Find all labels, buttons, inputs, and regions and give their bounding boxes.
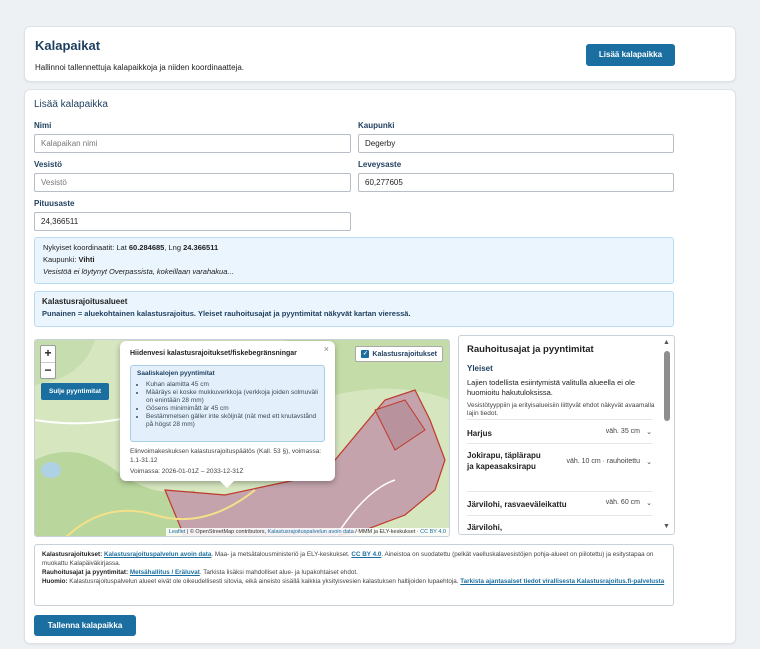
popup-validity: Voimassa: 2026-01-01Z – 2033-12-31Z bbox=[130, 468, 244, 475]
lat-input[interactable]: 60,277605 bbox=[358, 173, 674, 192]
species-name: Jokirapu, täplärapu ja kapeasaksirapu bbox=[467, 451, 541, 471]
restrictions-map[interactable]: + − Sulje pyyntimitat ✓ Kalastusrajoituk… bbox=[34, 339, 450, 537]
list-item: Gösens minimimått är 45 cm bbox=[146, 405, 318, 413]
license-link[interactable]: CC BY 4.0 bbox=[420, 529, 446, 535]
closed-seasons-panel: Rauhoitusajat ja pyyntimitat Yleiset Laj… bbox=[458, 335, 675, 535]
water-label: Vesistö bbox=[34, 160, 63, 169]
current-coords: Nykyiset koordinaatit: Lat 60.284685, Ln… bbox=[43, 242, 665, 254]
chevron-down-icon[interactable]: ⌄ bbox=[646, 428, 652, 436]
city-value: Vihti bbox=[78, 255, 95, 264]
name-label: Nimi bbox=[34, 121, 52, 130]
species-row[interactable]: Harjus väh. 35 cm ⌄ bbox=[467, 419, 652, 443]
panel-scrollbar[interactable]: ▲ ▼ bbox=[662, 336, 672, 534]
sources-label: Kalastusrajoitukset: bbox=[42, 551, 103, 558]
attribution-tail: / MMM ja ELY-keskukset · bbox=[353, 529, 421, 535]
leaflet-link[interactable]: Leaflet bbox=[169, 529, 186, 535]
species-name: Harjus bbox=[467, 429, 492, 438]
lng-input[interactable]: 24,366511 bbox=[34, 212, 351, 231]
sources-label: Huomio: bbox=[42, 578, 68, 585]
species-limit: väh. 60 cm bbox=[605, 499, 640, 506]
panel-note: Vesistötyyppiin ja erityisalueisiin liit… bbox=[467, 402, 655, 417]
data-source-link[interactable]: Kalastusrajoituspalvelun avoin data bbox=[268, 529, 354, 535]
sources-line-restrictions: Kalastusrajoitukset: Kalastusrajoituspal… bbox=[42, 550, 666, 568]
attribution-osm: | © OpenStreetMap contributors, bbox=[185, 529, 268, 535]
sources-text: . Tarkista lisäksi mahdolliset alue- ja … bbox=[199, 569, 358, 576]
save-spot-button[interactable]: Tallenna kalapaikka bbox=[34, 615, 136, 636]
list-item: Kuhan alamitta 45 cm bbox=[146, 381, 318, 389]
coords-sep: , Lng bbox=[164, 243, 184, 252]
header-card: Kalapaikat Hallinnoi tallennettuja kalap… bbox=[24, 26, 736, 82]
close-icon[interactable]: × bbox=[324, 344, 329, 354]
metsahallitus-link[interactable]: Metsähallitus / Eräluvat bbox=[130, 569, 200, 576]
restrictions-box: Kalastusrajoitusalueet Punainen = alueko… bbox=[34, 291, 674, 327]
popup-limits-list: Kuhan alamitta 45 cm Määräys ei koske mu… bbox=[137, 381, 318, 429]
city-label: Kaupunki bbox=[358, 121, 395, 130]
popup-limits-title: Saaliskalojen pyyntimitat bbox=[137, 370, 215, 377]
name-input[interactable]: Kalapaikan nimi bbox=[34, 134, 351, 153]
panel-title: Rauhoitusajat ja pyyntimitat bbox=[467, 344, 594, 355]
chevron-down-icon[interactable]: ⌄ bbox=[646, 499, 652, 507]
list-item: Määräys ei koske mukkuverkkoja (verkkoja… bbox=[146, 389, 318, 405]
coords-lng: 24.366511 bbox=[183, 243, 219, 252]
sources-label: Rauhoitusajat ja pyyntimitat: bbox=[42, 569, 129, 576]
sources-box: Kalastusrajoitukset: Kalastusrajoituspal… bbox=[34, 544, 674, 606]
species-row[interactable]: Jokirapu, täplärapu ja kapeasaksirapu vä… bbox=[467, 443, 652, 491]
zoom-in-button[interactable]: + bbox=[41, 346, 55, 362]
popup-title: Hiidenvesi kalastusrajoitukset/fiskebegr… bbox=[130, 350, 297, 357]
coords-info-box: Nykyiset koordinaatit: Lat 60.284685, Ln… bbox=[34, 237, 674, 284]
city-input[interactable]: Degerby bbox=[358, 134, 674, 153]
city-line: Kaupunki: Vihti bbox=[43, 254, 665, 266]
scrollbar-thumb[interactable] bbox=[664, 351, 670, 421]
water-input[interactable]: Vesistö bbox=[34, 173, 351, 192]
species-row[interactable]: Järvilohi, bbox=[467, 515, 652, 534]
restrictions-text: Punainen = aluekohtainen kalastusrajoitu… bbox=[42, 309, 411, 318]
license-link[interactable]: CC BY 4.0 bbox=[351, 551, 381, 558]
close-limits-button[interactable]: Sulje pyyntimitat bbox=[41, 383, 109, 400]
map-attribution: Leaflet | © OpenStreetMap contributors, … bbox=[165, 528, 449, 536]
lng-label: Pituusaste bbox=[34, 199, 75, 208]
list-item: Bestämmelsen gäller inte sköljnät (nät m… bbox=[146, 413, 318, 429]
scroll-down-icon[interactable]: ▼ bbox=[663, 523, 670, 530]
panel-subtitle: Yleiset bbox=[467, 364, 493, 373]
panel-text: Lajien todellista esiintymistä valitulla… bbox=[467, 378, 636, 397]
sources-line-note: Huomio: Kalastusrajoituspalvelun alueet … bbox=[42, 577, 666, 586]
coords-lat: 60.284685 bbox=[128, 243, 165, 252]
open-data-link[interactable]: Kalastusrajoituspalvelun avoin data bbox=[104, 551, 211, 558]
layer-toggle-label: Kalastusrajoitukset bbox=[372, 350, 437, 358]
water-note: Vesistöä ei löytynyt Overpassista, kokei… bbox=[43, 267, 234, 276]
page-subtitle: Hallinnoi tallennettuja kalapaikkoja ja … bbox=[35, 63, 245, 72]
species-limit: väh. 35 cm bbox=[605, 428, 640, 435]
species-name: Järvilohi, bbox=[467, 523, 503, 532]
chevron-down-icon[interactable]: ⌄ bbox=[646, 458, 652, 466]
sources-line-seasons: Rauhoitusajat ja pyyntimitat: Metsähalli… bbox=[42, 568, 666, 577]
sources-text: Kalastusrajoituspalvelun alueet eivät ol… bbox=[69, 578, 459, 585]
add-spot-form: Lisää kalapaikka Nimi Kalapaikan nimi Ka… bbox=[24, 89, 736, 644]
map-popup: × Hiidenvesi kalastusrajoitukset/fiskebe… bbox=[120, 341, 335, 488]
scroll-up-icon[interactable]: ▲ bbox=[663, 339, 670, 346]
city-prefix: Kaupunki: bbox=[43, 255, 79, 264]
species-limit: väh. 10 cm · rauhoitettu bbox=[566, 458, 640, 465]
restrictions-title: Kalastusrajoitusalueet bbox=[42, 297, 128, 306]
add-spot-button[interactable]: Lisää kalapaikka bbox=[586, 44, 675, 66]
official-service-link[interactable]: Tarkista ajantasaiset tiedot virallisest… bbox=[460, 578, 664, 585]
species-row[interactable]: Järvilohi, rasvaeväleikattu väh. 60 cm ⌄ bbox=[467, 491, 652, 515]
checkbox-checked-icon[interactable]: ✓ bbox=[361, 350, 370, 358]
popup-limits-box: Saaliskalojen pyyntimitat Kuhan alamitta… bbox=[130, 365, 325, 442]
zoom-out-button[interactable]: − bbox=[41, 362, 55, 378]
popup-decision: Elinvoimakeskuksen kalastusrajoituspäätö… bbox=[130, 448, 322, 464]
zoom-control: + − bbox=[40, 345, 56, 379]
layer-toggle[interactable]: ✓ Kalastusrajoitukset bbox=[355, 346, 443, 362]
coords-prefix: Nykyiset koordinaatit: Lat bbox=[43, 243, 129, 252]
lat-label: Leveysaste bbox=[358, 160, 402, 169]
sources-text: . Maa- ja metsätalousministeriö ja ELY-k… bbox=[211, 551, 350, 558]
species-name: Järvilohi, rasvaeväleikattu bbox=[467, 500, 567, 509]
form-title: Lisää kalapaikka bbox=[34, 99, 108, 110]
page-title: Kalapaikat bbox=[35, 38, 101, 53]
